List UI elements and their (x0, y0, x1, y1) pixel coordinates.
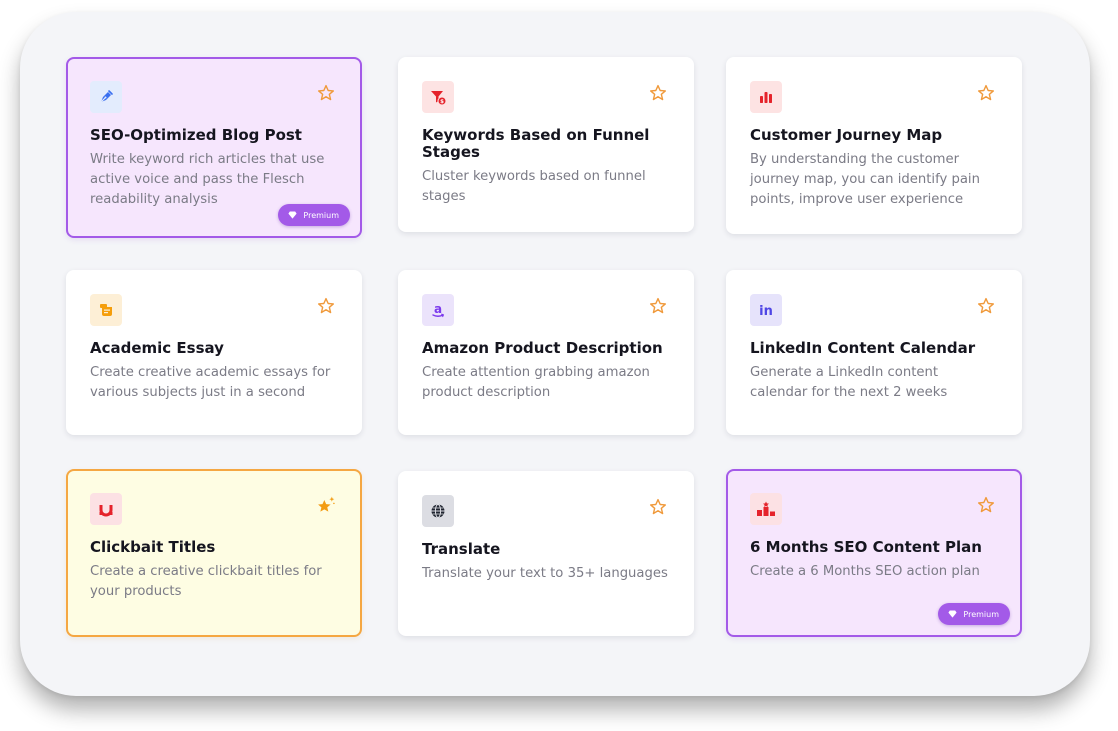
bar-chart-icon (760, 92, 772, 103)
card-title: Clickbait Titles (90, 538, 216, 556)
premium-badge-label: Premium (963, 609, 999, 619)
card-title: LinkedIn Content Calendar (750, 339, 976, 357)
scroll-icon (100, 304, 112, 316)
magnet-icon (99, 505, 113, 517)
template-card[interactable]: SEO-Optimized Blog Post Write keyword ri… (66, 57, 362, 238)
icon-tile (90, 493, 122, 525)
card-description: Translate your text to 35+ languages (422, 566, 668, 581)
template-card[interactable]: in LinkedIn Content Calendar Generate a … (726, 270, 1022, 435)
card-title: Academic Essay (90, 339, 224, 357)
card-title: SEO-Optimized Blog Post (90, 126, 302, 144)
icon-tile: $ (422, 81, 454, 113)
icon-tile (90, 294, 122, 326)
icon-tile: a (422, 294, 454, 326)
svg-text:a: a (434, 302, 442, 316)
linkedin-icon: in (759, 304, 773, 319)
svg-text:$: $ (440, 99, 444, 105)
star-outline-icon[interactable] (316, 296, 336, 316)
globe-icon (431, 504, 445, 518)
card-description: By understanding the customer journey ma… (750, 152, 980, 207)
icon-tile (750, 81, 782, 113)
card-title: Customer Journey Map (750, 126, 943, 144)
premium-badge: Premium (278, 204, 350, 226)
star-outline-icon[interactable] (648, 296, 668, 316)
svg-text:in: in (759, 304, 773, 319)
diamond-icon (288, 211, 297, 219)
pen-nib-icon (100, 90, 113, 103)
icon-tile (750, 493, 782, 525)
card-description: Create a creative clickbait titles for y… (90, 564, 322, 599)
premium-badge: Premium (938, 603, 1010, 625)
star-outline-icon[interactable] (976, 83, 996, 103)
card-description: Generate a LinkedIn content calendar for… (750, 365, 948, 400)
template-card[interactable]: a Amazon Product Description Create atte… (398, 270, 694, 435)
card-description: Write keyword rich articles that use act… (90, 152, 325, 207)
template-card[interactable]: $ Keywords Based on Funnel Stages Cluste… (398, 57, 694, 232)
template-card[interactable]: Clickbait Titles Create a creative click… (66, 469, 362, 637)
template-card[interactable]: Customer Journey Map By understanding th… (726, 57, 1022, 234)
card-title: 6 Months SEO Content Plan (750, 538, 982, 556)
icon-tile (422, 495, 454, 527)
card-title: Amazon Product Description (422, 339, 663, 357)
card-description: Cluster keywords based on funnel stages (422, 169, 646, 204)
star-outline-icon[interactable] (316, 83, 336, 103)
card-description: Create a 6 Months SEO action plan (750, 564, 980, 579)
template-panel: SEO-Optimized Blog Post Write keyword ri… (20, 12, 1090, 696)
amazon-icon: a (432, 302, 445, 318)
diamond-icon (948, 610, 957, 618)
icon-tile (90, 81, 122, 113)
podium-icon (757, 501, 775, 516)
star-outline-icon[interactable] (976, 296, 996, 316)
template-card[interactable]: Translate Translate your text to 35+ lan… (398, 471, 694, 636)
icon-tile: in (750, 294, 782, 326)
premium-badge-label: Premium (303, 210, 339, 220)
card-title: Keywords Based on Funnel Stages (422, 126, 650, 161)
template-card[interactable]: 6 Months SEO Content Plan Create a 6 Mon… (726, 469, 1022, 637)
sparkle-star-icon[interactable] (316, 495, 336, 515)
star-outline-icon[interactable] (648, 83, 668, 103)
template-card[interactable]: Academic Essay Create creative academic … (66, 270, 362, 435)
star-outline-icon[interactable] (976, 495, 996, 515)
star-outline-icon[interactable] (648, 497, 668, 517)
card-description: Create attention grabbing amazon product… (422, 365, 650, 400)
card-description: Create creative academic essays for vari… (90, 365, 331, 400)
funnel-dollar-icon: $ (431, 91, 447, 106)
card-title: Translate (422, 540, 501, 558)
